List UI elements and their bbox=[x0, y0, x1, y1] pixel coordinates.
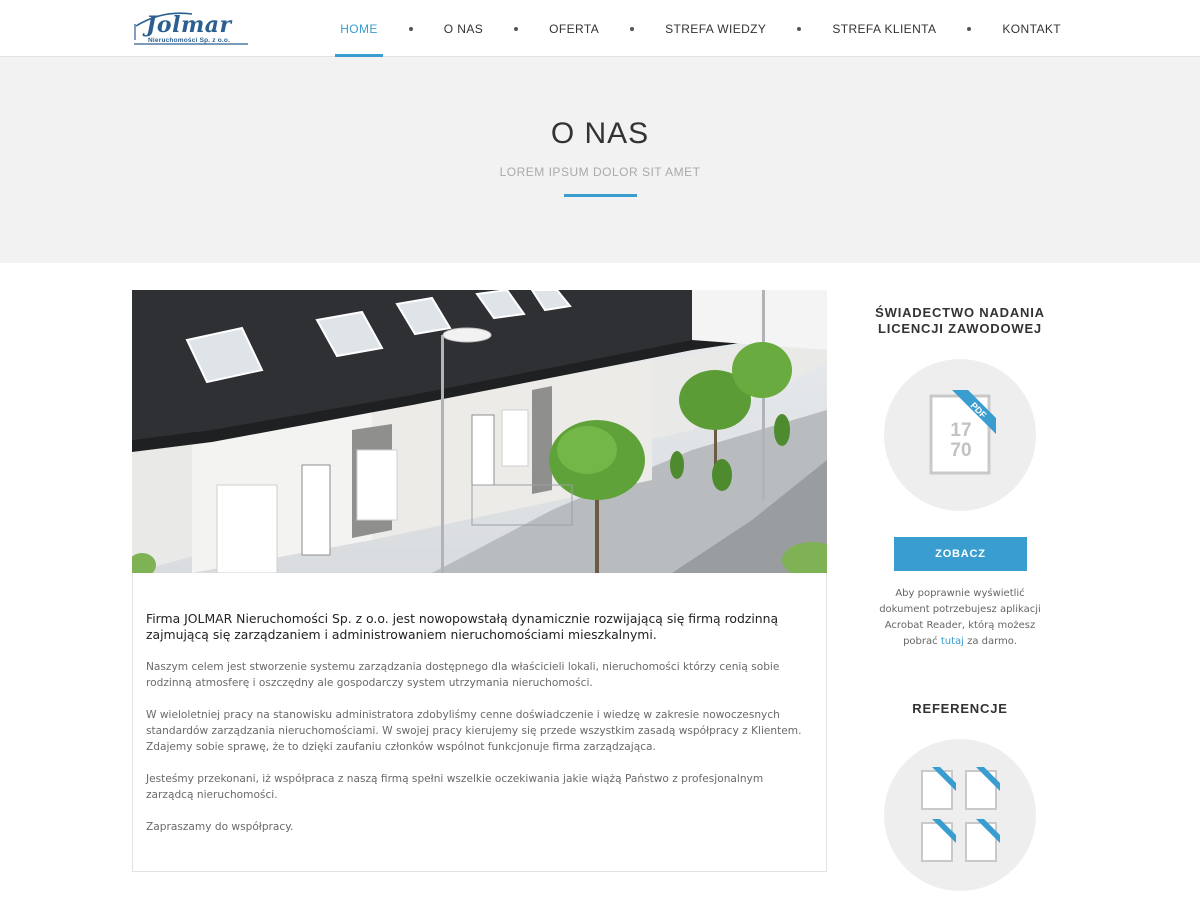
nav-strefa-wiedzy[interactable]: STREFA WIEDZY bbox=[660, 0, 771, 57]
nav-oferta[interactable]: OFERTA bbox=[544, 0, 604, 57]
title-underline bbox=[564, 194, 637, 197]
license-title-line-1: ŚWIADECTWO NADANIA bbox=[875, 305, 1045, 320]
acrobat-note-text-end: za darmo. bbox=[963, 636, 1017, 647]
main-nav: HOME O NAS OFERTA STREFA WIEDZY STREFA K… bbox=[335, 0, 1066, 57]
page-subtitle: LOREM IPSUM DOLOR SIT AMET bbox=[499, 165, 701, 179]
nav-separator bbox=[630, 26, 635, 31]
nav-kontakt[interactable]: KONTAKT bbox=[997, 0, 1066, 57]
about-content: Firma JOLMAR Nieruchomości Sp. z o.o. je… bbox=[132, 573, 827, 872]
references-title: REFERENCJE bbox=[912, 701, 1008, 716]
site-header: Jolmar Nieruchomości Sp. z o.o. HOME O N… bbox=[0, 0, 1200, 57]
pdf-number-top: 17 bbox=[950, 420, 971, 441]
references-circle[interactable] bbox=[884, 739, 1036, 891]
nav-separator bbox=[514, 26, 519, 31]
hero-image bbox=[132, 290, 827, 573]
acrobat-download-link[interactable]: tutaj bbox=[941, 636, 964, 647]
about-paragraph: Naszym celem jest stworzenie systemu zar… bbox=[146, 661, 780, 689]
nav-separator bbox=[967, 26, 972, 31]
license-title: ŚWIADECTWO NADANIA LICENCJI ZAWODOWEJ bbox=[860, 305, 1060, 337]
pdf-number-bottom: 70 bbox=[950, 440, 971, 461]
about-paragraph: Zapraszamy do współpracy. bbox=[146, 821, 294, 833]
logo-wordmark: Jolmar bbox=[146, 12, 232, 38]
nav-strefa-klienta[interactable]: STREFA KLIENTA bbox=[827, 0, 941, 57]
about-paragraph: Jesteśmy przekonani, iż współpraca z nas… bbox=[146, 773, 764, 801]
nav-separator bbox=[797, 26, 802, 31]
nav-o-nas[interactable]: O NAS bbox=[439, 0, 488, 57]
logo[interactable]: Jolmar Nieruchomości Sp. z o.o. bbox=[132, 10, 250, 48]
license-title-line-2: LICENCJI ZAWODOWEJ bbox=[878, 321, 1042, 336]
page-title-band: O NAS LOREM IPSUM DOLOR SIT AMET bbox=[0, 57, 1200, 263]
about-paragraph: W wieloletniej pracy na stanowisku admin… bbox=[146, 709, 802, 753]
page-title: O NAS bbox=[550, 117, 650, 150]
acrobat-note: Aby poprawnie wyświetlić dokument potrze… bbox=[875, 586, 1045, 650]
nav-home[interactable]: HOME bbox=[335, 0, 383, 57]
pdf-document-icon: PDF 17 70 bbox=[929, 390, 996, 475]
license-pdf-circle[interactable]: PDF 17 70 bbox=[884, 359, 1036, 511]
nav-separator bbox=[408, 26, 413, 31]
view-license-button[interactable]: ZOBACZ bbox=[894, 537, 1027, 571]
logo-subtitle: Nieruchomości Sp. z o.o. bbox=[148, 37, 231, 44]
references-documents-icon bbox=[921, 767, 1000, 862]
about-lead: Firma JOLMAR Nieruchomości Sp. z o.o. je… bbox=[146, 611, 779, 642]
